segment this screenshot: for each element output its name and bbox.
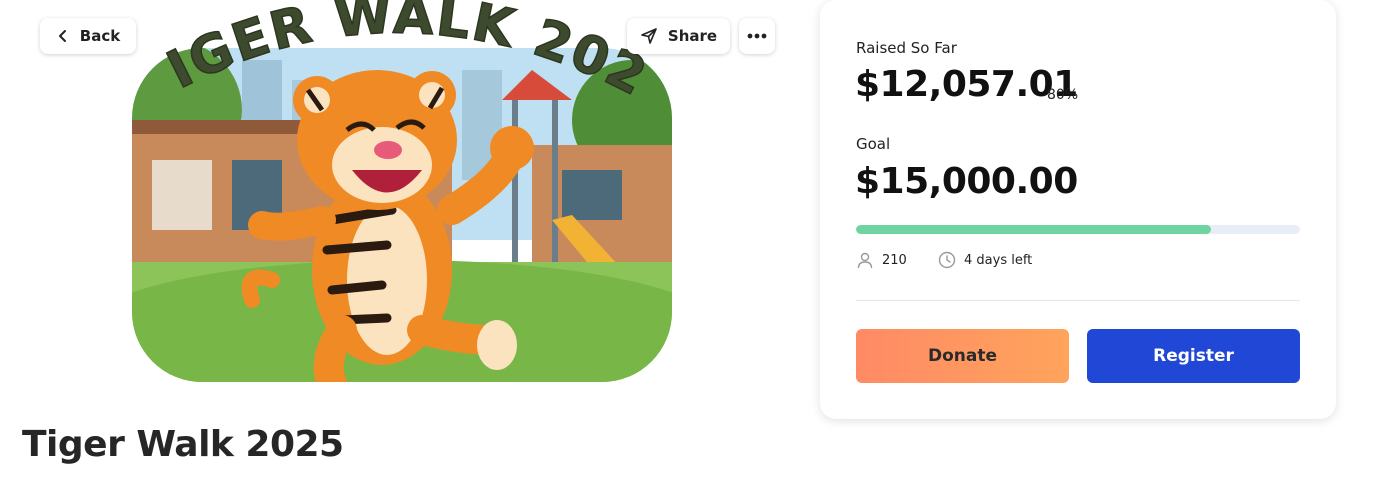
raised-label: Raised So Far	[856, 39, 957, 57]
donor-count: 210	[856, 251, 907, 269]
raised-amount: $12,057.01	[855, 64, 1078, 105]
hero-section: TIGER WALK 2025 Back Share	[0, 0, 800, 400]
progress-bar-fill	[856, 225, 1212, 234]
register-button[interactable]: Register	[1087, 329, 1300, 383]
share-button[interactable]: Share	[627, 18, 730, 54]
divider	[856, 300, 1300, 301]
page-title: Tiger Walk 2025	[22, 424, 344, 465]
chevron-left-icon	[56, 29, 70, 43]
clock-icon	[938, 251, 956, 269]
back-button[interactable]: Back	[40, 18, 136, 54]
more-horizontal-icon	[747, 33, 767, 39]
donate-button[interactable]: Donate	[856, 329, 1069, 383]
send-icon	[640, 27, 658, 45]
days-left: 4 days left	[938, 251, 1032, 269]
event-banner-image: TIGER WALK 2025	[132, 0, 672, 382]
goal-label: Goal	[856, 135, 891, 153]
user-icon	[856, 251, 874, 269]
percent-raised: 80%	[1047, 87, 1079, 103]
donor-count-value: 210	[882, 252, 907, 268]
fundraising-card: Raised So Far $12,057.01 80% Goal $15,00…	[820, 0, 1336, 419]
share-button-label: Share	[667, 27, 718, 45]
more-options-button[interactable]	[739, 18, 775, 54]
days-left-value: 4 days left	[964, 252, 1033, 268]
back-button-label: Back	[79, 27, 121, 45]
progress-bar	[856, 225, 1300, 234]
goal-amount: $15,000.00	[855, 161, 1078, 202]
